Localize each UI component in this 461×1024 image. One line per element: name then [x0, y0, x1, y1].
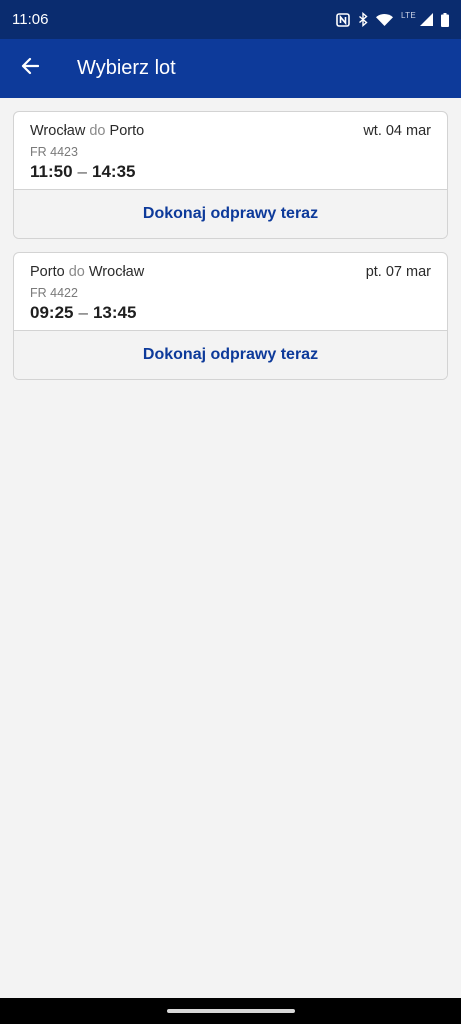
flight-list: Wrocław do Porto wt. 04 mar FR 4423 11:5…: [0, 98, 461, 998]
network-type-label: LTE: [401, 11, 416, 20]
app-bar: Wybierz lot: [0, 39, 461, 98]
home-gesture-handle[interactable]: [166, 1009, 295, 1013]
flight-number: FR 4423: [30, 145, 78, 159]
flight-card: Wrocław do Porto wt. 04 mar FR 4423 11:5…: [13, 111, 448, 239]
route-connector: do: [89, 123, 106, 139]
flight-route: Porto do Wrocław: [30, 264, 144, 280]
destination-city: Wrocław: [88, 264, 145, 280]
status-bar: 11:06 LTE: [0, 0, 461, 39]
route-connector: do: [68, 264, 85, 280]
back-button[interactable]: [0, 39, 60, 98]
flight-route: Wrocław do Porto: [30, 123, 144, 139]
flight-times: 11:50–14:35: [30, 162, 136, 182]
flight-number: FR 4422: [30, 286, 78, 300]
wifi-icon: [376, 13, 394, 26]
flight-date: pt. 07 mar: [365, 264, 431, 280]
check-in-now-button[interactable]: Dokonaj odprawy teraz: [14, 331, 447, 379]
bluetooth-icon: [358, 12, 368, 27]
check-in-now-button[interactable]: Dokonaj odprawy teraz: [14, 190, 447, 238]
flight-card: Porto do Wrocław pt. 07 mar FR 4422 09:2…: [13, 252, 448, 380]
signal-icon: [420, 13, 433, 26]
flight-card-info: Porto do Wrocław pt. 07 mar FR 4422 09:2…: [14, 253, 447, 331]
battery-icon: [441, 12, 449, 27]
arrow-left-icon: [21, 57, 40, 80]
origin-city: Porto: [30, 264, 65, 280]
departure-time: 09:25: [30, 303, 74, 322]
flight-card-info: Wrocław do Porto wt. 04 mar FR 4423 11:5…: [14, 112, 447, 190]
flight-date: wt. 04 mar: [363, 123, 431, 139]
time-separator: –: [78, 303, 88, 322]
status-icons: LTE: [336, 11, 449, 27]
nfc-icon: [336, 12, 350, 27]
destination-city: Porto: [109, 123, 145, 139]
status-time: 11:06: [12, 11, 49, 28]
arrival-time: 13:45: [92, 303, 137, 322]
arrival-time: 14:35: [92, 162, 136, 181]
page-title: Wybierz lot: [77, 57, 176, 79]
time-separator: –: [77, 162, 88, 181]
origin-city: Wrocław: [30, 123, 86, 139]
system-navigation-bar: [0, 998, 461, 1024]
flight-times: 09:25–13:45: [30, 303, 136, 323]
departure-time: 11:50: [30, 162, 73, 181]
